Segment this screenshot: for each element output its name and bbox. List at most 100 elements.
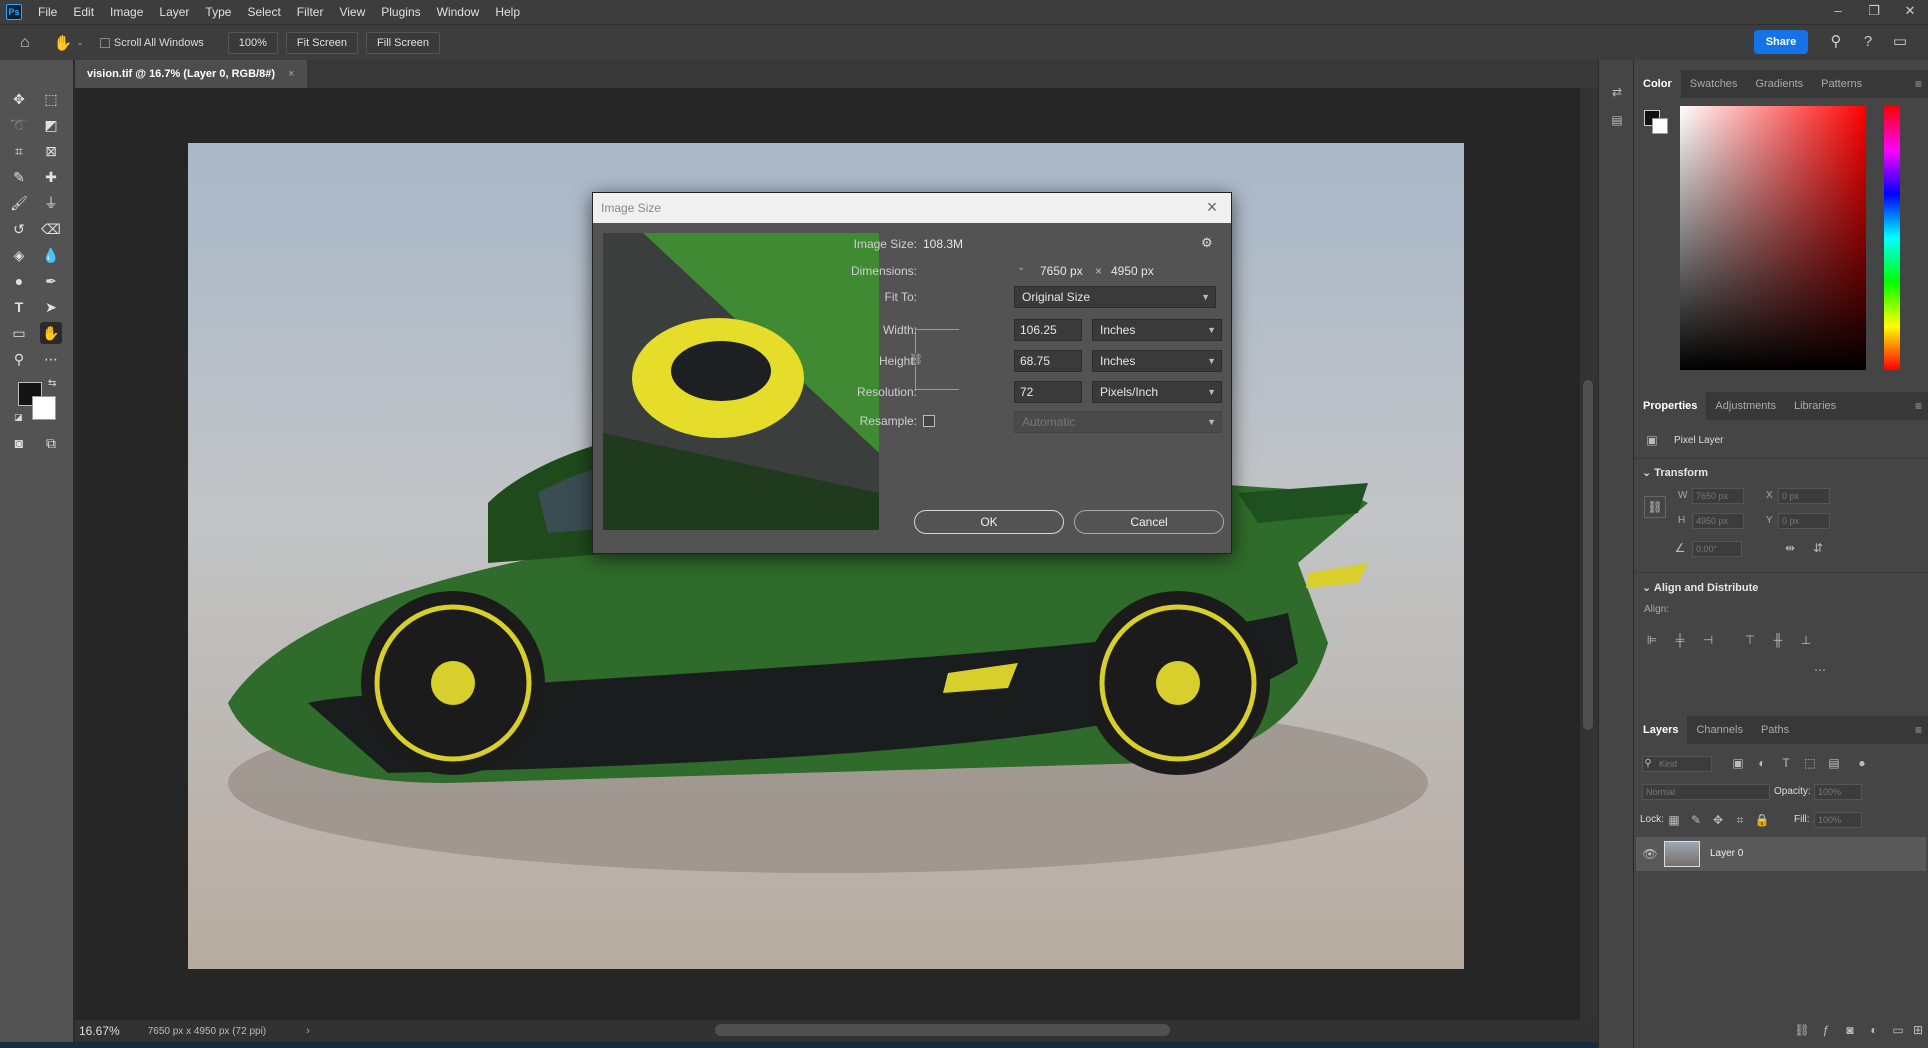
eraser-tool-icon[interactable]: ⌫ (40, 218, 62, 240)
crop-tool-icon[interactable]: ⌗ (8, 140, 30, 162)
lasso-tool-icon[interactable]: ➰ (8, 114, 30, 136)
filter-type-icon[interactable]: T (1778, 755, 1794, 771)
hand-tool-icon[interactable]: ✋ (54, 34, 73, 52)
h-field[interactable]: 4950 px (1692, 513, 1744, 529)
vertical-scroll-thumb[interactable] (1583, 380, 1593, 730)
new-group-icon[interactable]: ▭ (1890, 1022, 1906, 1038)
zoom-tool-icon[interactable]: ⚲ (8, 348, 30, 370)
height-unit-select[interactable]: Inches ▼ (1092, 350, 1222, 372)
width-input[interactable]: 106.25 (1014, 319, 1082, 341)
resample-select[interactable]: Automatic ▼ (1014, 411, 1222, 433)
flip-horizontal-icon[interactable]: ⇹ (1782, 540, 1798, 556)
lock-pixels-icon[interactable]: ✎ (1688, 812, 1704, 828)
fx-icon[interactable]: ƒ (1818, 1022, 1834, 1038)
dodge-tool-icon[interactable]: ● (8, 270, 30, 292)
object-select-tool-icon[interactable]: ◩ (40, 114, 62, 136)
x-field[interactable]: 0 px (1778, 488, 1830, 504)
height-input[interactable]: 68.75 (1014, 350, 1082, 372)
screen-mode-icon[interactable]: ⧉ (40, 432, 62, 454)
search-icon[interactable]: ⚲ (1826, 32, 1846, 52)
blur-tool-icon[interactable]: 💧 (40, 244, 62, 266)
comments-panel-icon[interactable]: ▤ (1609, 112, 1625, 128)
path-select-tool-icon[interactable]: ➤ (40, 296, 62, 318)
panel-menu-icon[interactable]: ≡ (1915, 399, 1922, 413)
lock-artboard-icon[interactable]: ⌗ (1732, 812, 1748, 828)
transform-section[interactable]: ⌄ Transform (1642, 466, 1708, 479)
tab-libraries[interactable]: Libraries (1785, 392, 1845, 420)
background-color-swatch[interactable] (32, 396, 56, 420)
history-brush-tool-icon[interactable]: ↺ (8, 218, 30, 240)
history-panel-icon[interactable]: ⇄ (1609, 84, 1625, 100)
fit-to-select[interactable]: Original Size ▼ (1014, 286, 1216, 308)
angle-field[interactable]: 0.00° (1692, 541, 1742, 557)
fill-field[interactable]: 100% (1814, 812, 1862, 828)
chevron-down-icon[interactable]: ⌄ (76, 37, 84, 48)
menu-view[interactable]: View (331, 0, 373, 24)
lock-position-icon[interactable]: ✥ (1710, 812, 1726, 828)
home-icon[interactable]: ⌂ (20, 34, 30, 52)
filter-shape-icon[interactable]: ⬚ (1802, 755, 1818, 771)
tab-swatches[interactable]: Swatches (1681, 70, 1747, 98)
zoom-level[interactable]: 16.67% (79, 1024, 120, 1038)
stamp-tool-icon[interactable]: ⏚ (40, 192, 62, 214)
blend-mode-select[interactable]: Normal (1642, 784, 1770, 800)
close-tab-icon[interactable]: × (288, 68, 294, 80)
menu-file[interactable]: File (30, 0, 65, 24)
menu-layer[interactable]: Layer (151, 0, 197, 24)
close-window-icon[interactable]: ✕ (1892, 0, 1928, 24)
fill-screen-button[interactable]: Fill Screen (366, 31, 441, 54)
dimensions-chevron-icon[interactable]: ⌄ (1017, 262, 1025, 273)
new-adjustment-icon[interactable]: ◐ (1866, 1022, 1882, 1038)
pen-tool-icon[interactable]: ✒ (40, 270, 62, 292)
filter-toggle-icon[interactable]: ● (1854, 755, 1870, 771)
link-dimensions-icon[interactable]: ⛓ (1644, 496, 1666, 518)
filter-pixel-icon[interactable]: ▣ (1730, 755, 1746, 771)
align-distribute-section[interactable]: ⌄ Align and Distribute (1642, 581, 1758, 594)
brush-tool-icon[interactable]: 🖌 (8, 192, 30, 214)
menu-image[interactable]: Image (102, 0, 151, 24)
marquee-tool-icon[interactable]: ⬚ (40, 88, 62, 110)
zoom-100-button[interactable]: 100% (227, 31, 278, 54)
restore-icon[interactable]: ❐ (1856, 0, 1892, 24)
tab-properties[interactable]: Properties (1634, 392, 1707, 420)
menu-filter[interactable]: Filter (289, 0, 332, 24)
link-layers-icon[interactable]: ⛓ (1794, 1022, 1810, 1038)
panel-menu-icon[interactable]: ≡ (1915, 723, 1922, 737)
color-bg-swatch[interactable] (1652, 118, 1668, 134)
flip-vertical-icon[interactable]: ⇵ (1810, 540, 1826, 556)
align-top-icon[interactable]: ⊤ (1742, 632, 1758, 648)
filter-smart-object-icon[interactable]: ▤ (1826, 755, 1842, 771)
align-middle-v-icon[interactable]: ╫ (1770, 632, 1786, 648)
eyedropper-tool-icon[interactable]: ✎ (8, 166, 30, 188)
swap-colors-icon[interactable]: ⇆ (48, 378, 56, 389)
more-options-icon[interactable]: ⋯ (1812, 662, 1828, 678)
tab-layers[interactable]: Layers (1634, 716, 1688, 744)
scroll-all-windows-checkbox[interactable] (99, 37, 110, 48)
menu-help[interactable]: Help (487, 0, 528, 24)
healing-brush-tool-icon[interactable]: ✚ (40, 166, 62, 188)
color-field[interactable] (1680, 106, 1866, 370)
horizontal-scroll-thumb[interactable] (715, 1024, 1170, 1036)
tab-color[interactable]: Color (1634, 70, 1681, 98)
y-field[interactable]: 0 px (1778, 513, 1830, 529)
frame-tool-icon[interactable]: ⊠ (40, 140, 62, 162)
align-right-icon[interactable]: ⊣ (1700, 632, 1716, 648)
scroll-all-windows-option[interactable]: Scroll All Windows (99, 37, 204, 49)
paint-bucket-tool-icon[interactable]: ◈ (8, 244, 30, 266)
move-tool-icon[interactable]: ✥ (8, 88, 30, 110)
share-button[interactable]: Share (1754, 30, 1808, 54)
menu-plugins[interactable]: Plugins (373, 0, 428, 24)
resolution-input[interactable]: 72 (1014, 381, 1082, 403)
lock-transparent-icon[interactable]: ▦ (1666, 812, 1682, 828)
workspace-icon[interactable]: ▭ (1890, 32, 1910, 52)
ok-button[interactable]: OK (914, 510, 1064, 534)
document-tab[interactable]: vision.tif @ 16.7% (Layer 0, RGB/8#) × (75, 60, 307, 88)
more-tools-icon[interactable]: ⋯ (40, 348, 62, 370)
align-left-icon[interactable]: ⊫ (1644, 632, 1660, 648)
rectangle-tool-icon[interactable]: ▭ (8, 322, 30, 344)
status-expand-icon[interactable]: › (306, 1025, 310, 1037)
opacity-field[interactable]: 100% (1814, 784, 1862, 800)
add-mask-icon[interactable]: ◙ (1842, 1022, 1858, 1038)
hand-tool-icon[interactable]: ✋ (40, 322, 62, 344)
minimize-icon[interactable]: – (1820, 0, 1856, 24)
